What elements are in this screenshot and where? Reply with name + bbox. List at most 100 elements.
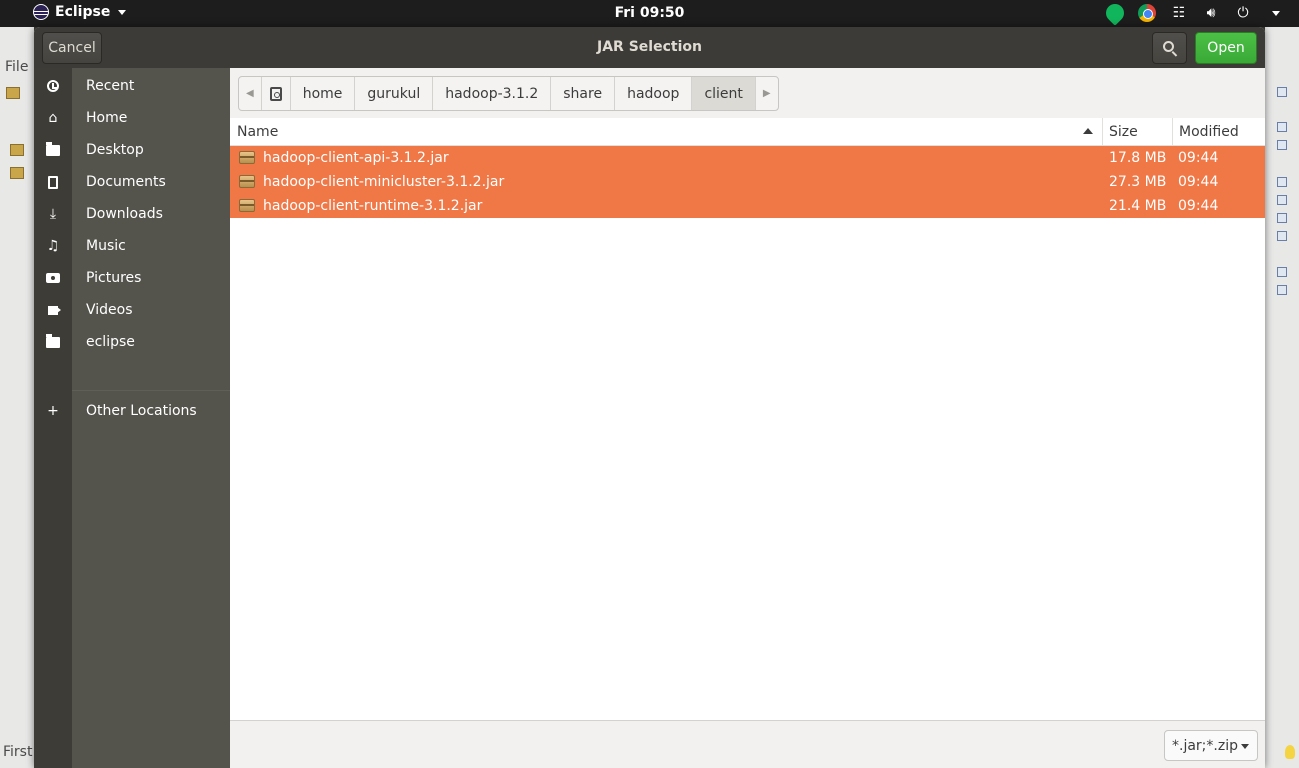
video-icon (34, 305, 72, 315)
app-menu[interactable]: Eclipse (33, 4, 127, 20)
column-modified[interactable]: Modified (1172, 118, 1265, 146)
sidebar-item-label: Desktop (86, 142, 144, 158)
view-icon[interactable] (1277, 195, 1287, 205)
archive-icon (239, 199, 255, 212)
column-header: Name Size Modified (230, 118, 1265, 146)
sidebar-item-other-locations[interactable]: + Other Locations (34, 395, 230, 427)
breadcrumb-hadoop-3-1-2[interactable]: hadoop-3.1.2 (433, 77, 552, 110)
file-modified: 09:44 (1178, 198, 1219, 214)
clock-icon (34, 80, 72, 92)
chrome-icon[interactable] (1137, 3, 1157, 23)
sort-ascending-icon (1083, 128, 1093, 134)
sidebar-item-label: Videos (86, 302, 133, 318)
table-row[interactable]: hadoop-client-runtime-3.1.2.jar 21.4 MB … (230, 194, 1265, 218)
new-icon[interactable] (6, 87, 20, 99)
sidebar-item-label: Pictures (86, 270, 142, 286)
breadcrumb-home[interactable]: home (291, 77, 356, 110)
app-name: Eclipse (55, 4, 111, 20)
file-chooser-dialog: Cancel JAR Selection Open Recent ⌂ Home … (34, 27, 1265, 768)
breadcrumb-share[interactable]: share (551, 77, 616, 110)
file-size: 21.4 MB (1109, 198, 1167, 214)
sidebar-item-music[interactable]: ♫ Music (34, 230, 230, 262)
dialog-header: Cancel JAR Selection Open (34, 27, 1265, 68)
folder-icon[interactable] (10, 144, 24, 156)
sidebar-item-videos[interactable]: Videos (34, 294, 230, 326)
folder-icon (34, 141, 72, 156)
table-row[interactable]: hadoop-client-minicluster-3.1.2.jar 27.3… (230, 170, 1265, 194)
sidebar-item-label: Other Locations (86, 403, 197, 419)
file-name: hadoop-client-api-3.1.2.jar (263, 150, 449, 166)
sidebar-item-pictures[interactable]: Pictures (34, 262, 230, 294)
file-list-area: ◀ home gurukul hadoop-3.1.2 share hadoop… (230, 68, 1265, 720)
column-size[interactable]: Size (1102, 118, 1172, 146)
file-type-filter[interactable]: *.jar;*.zip (1164, 730, 1258, 761)
view-icon[interactable] (1277, 285, 1287, 295)
sidebar-item-label: Recent (86, 78, 135, 94)
sidebar-item-home[interactable]: ⌂ Home (34, 102, 230, 134)
dialog-title: JAR Selection (597, 39, 702, 55)
document-icon (34, 175, 72, 189)
toolbar-icon[interactable] (1277, 87, 1287, 97)
chevron-down-icon (118, 9, 127, 15)
status-green-icon[interactable] (1102, 0, 1128, 26)
sidebar-item-label: Music (86, 238, 126, 254)
path-bar-area: ◀ home gurukul hadoop-3.1.2 share hadoop… (230, 68, 1265, 118)
power-icon[interactable]: ⏻ (1233, 3, 1253, 23)
cancel-button[interactable]: Cancel (42, 32, 102, 64)
breadcrumb-hadoop[interactable]: hadoop (615, 77, 693, 110)
menu-file[interactable]: File (5, 59, 28, 75)
chevron-down-icon (1241, 744, 1249, 749)
file-size: 27.3 MB (1109, 174, 1167, 190)
eclipse-logo-icon (33, 4, 49, 20)
sidebar-item-recent[interactable]: Recent (34, 70, 230, 102)
sidebar-item-documents[interactable]: Documents (34, 166, 230, 198)
scroll-right-button[interactable]: ▶ (756, 77, 778, 110)
sidebar-item-label: Home (86, 110, 128, 126)
view-icon[interactable] (1277, 140, 1287, 150)
drive-button[interactable] (262, 77, 291, 110)
minimize-icon[interactable] (1277, 177, 1287, 187)
lightbulb-icon[interactable] (1285, 745, 1295, 759)
sidebar-item-eclipse[interactable]: eclipse (34, 326, 230, 358)
network-icon[interactable]: ☷ (1169, 3, 1189, 23)
download-icon: ⤓ (49, 206, 57, 222)
system-tray: ☷ 🔊︎ ⏻ (1102, 0, 1285, 26)
open-button[interactable]: Open (1195, 32, 1257, 64)
file-name: hadoop-client-minicluster-3.1.2.jar (263, 174, 505, 190)
archive-icon (239, 151, 255, 164)
search-icon (1162, 41, 1174, 52)
sidebar-item-label: Downloads (86, 206, 163, 222)
file-size: 17.8 MB (1109, 150, 1167, 166)
view-icon[interactable] (1277, 231, 1287, 241)
plus-icon: + (47, 403, 59, 419)
camera-icon (34, 273, 72, 283)
table-row[interactable]: hadoop-client-api-3.1.2.jar 17.8 MB 09:4… (230, 146, 1265, 170)
search-button[interactable] (1152, 32, 1187, 64)
filter-value: *.jar;*.zip (1172, 737, 1238, 754)
drive-icon (269, 86, 282, 101)
breadcrumb-gurukul[interactable]: gurukul (355, 77, 434, 110)
chevron-down-icon[interactable] (1265, 3, 1285, 23)
archive-icon (239, 175, 255, 188)
minimize-icon[interactable] (1277, 267, 1287, 277)
sidebar-item-downloads[interactable]: ⤓ Downloads (34, 198, 230, 230)
scroll-left-button[interactable]: ◀ (239, 77, 262, 110)
view-icon[interactable] (1277, 213, 1287, 223)
eclipse-right-edge (1265, 27, 1299, 768)
status-text: First (3, 744, 33, 760)
dialog-footer: *.jar;*.zip (230, 720, 1265, 768)
breadcrumb: ◀ home gurukul hadoop-3.1.2 share hadoop… (238, 76, 779, 111)
folder-icon[interactable] (10, 167, 24, 179)
file-list: hadoop-client-api-3.1.2.jar 17.8 MB 09:4… (230, 146, 1265, 218)
sidebar-item-label: Documents (86, 174, 166, 190)
sidebar-item-desktop[interactable]: Desktop (34, 134, 230, 166)
music-icon: ♫ (46, 238, 60, 254)
file-modified: 09:44 (1178, 174, 1219, 190)
minimize-icon[interactable] (1277, 122, 1287, 132)
breadcrumb-client[interactable]: client (692, 77, 756, 110)
home-icon: ⌂ (48, 110, 58, 126)
volume-icon[interactable]: 🔊︎ (1201, 3, 1221, 23)
sidebar-divider (72, 390, 230, 391)
file-modified: 09:44 (1178, 150, 1219, 166)
column-name[interactable]: Name (237, 118, 1097, 146)
